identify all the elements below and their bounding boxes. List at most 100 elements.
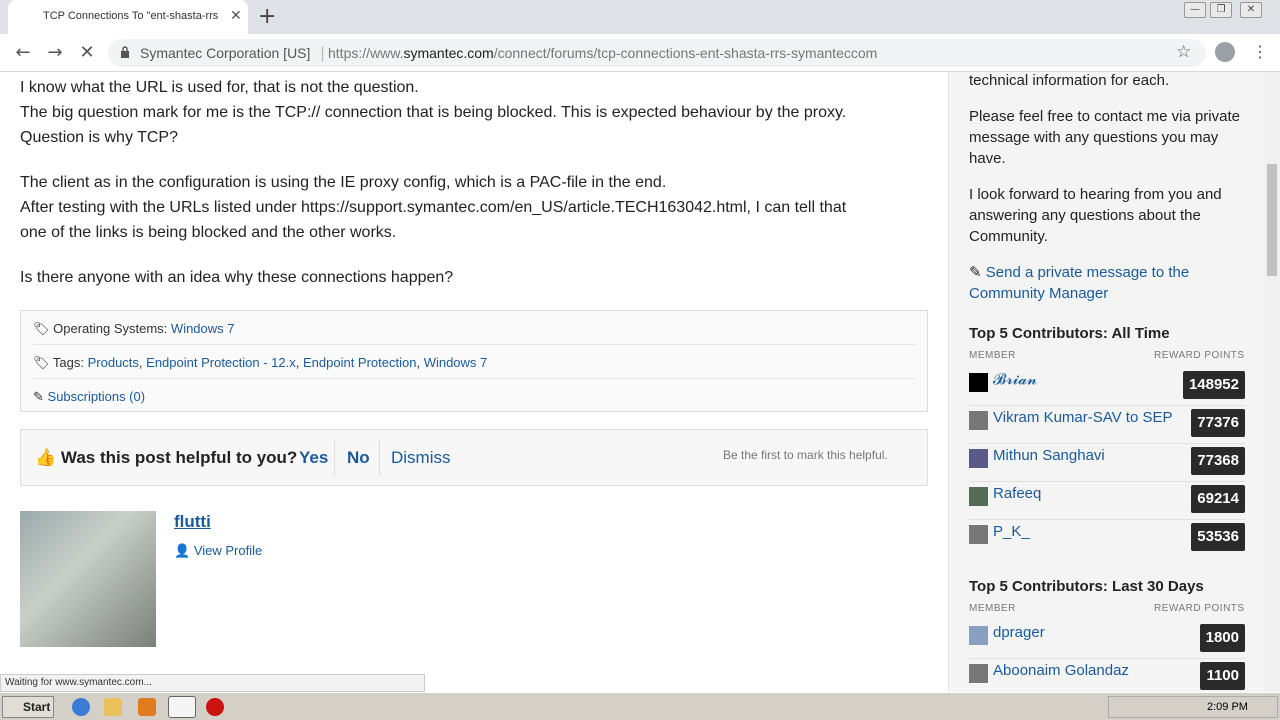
opera-icon[interactable] bbox=[206, 698, 224, 716]
contributor-row[interactable]: dprager 1800 bbox=[969, 621, 1245, 659]
post-line: one of the links is being blocked and th… bbox=[20, 224, 397, 241]
pencil-icon: ✎ bbox=[33, 389, 44, 404]
tag-link[interactable]: Endpoint Protection - 12.x bbox=[146, 355, 296, 370]
tags-label: Tags: bbox=[52, 355, 84, 370]
author-name-link[interactable]: flutti bbox=[174, 512, 211, 532]
helpful-question-text: Was this post helpful to you? bbox=[60, 448, 298, 467]
contributor-row[interactable]: 𝓑𝓻𝓲𝓪𝓷 148952 bbox=[969, 368, 1245, 406]
contributor-name[interactable]: Vikram Kumar-SAV to SEP bbox=[993, 409, 1173, 426]
subscriptions-row: ✎ Subscriptions (0) bbox=[33, 389, 145, 405]
helpful-question: 👍 Was this post helpful to you? bbox=[35, 448, 297, 468]
new-tab-button[interactable]: + bbox=[258, 4, 276, 29]
divider bbox=[33, 378, 915, 379]
helpful-box: 👍 Was this post helpful to you? Yes No D… bbox=[20, 429, 928, 486]
close-window-icon[interactable]: ✕ bbox=[1240, 2, 1262, 18]
url-path: /connect/forums/tcp-connections-ent-shas… bbox=[493, 45, 878, 61]
helpful-no-button[interactable]: No bbox=[347, 448, 370, 468]
url-text[interactable]: https://www.symantec.com/connect/forums/… bbox=[328, 45, 877, 61]
ie-icon[interactable] bbox=[72, 698, 90, 716]
page-scrollbar[interactable] bbox=[1264, 72, 1280, 692]
profile-avatar-icon[interactable] bbox=[1215, 42, 1235, 62]
send-pm-row: ✎ Send a private message to the Communit… bbox=[969, 262, 1249, 304]
os-row: 🏷 Operating Systems: Windows 7 bbox=[33, 321, 235, 337]
contributor-row[interactable]: Aboonaim Golandaz 1100 bbox=[969, 659, 1245, 692]
os-label: Operating Systems: bbox=[53, 321, 168, 336]
contributor-name[interactable]: Mithun Sanghavi bbox=[993, 447, 1105, 464]
post-line: Is there anyone with an idea why these c… bbox=[20, 269, 454, 286]
tags-row: 🏷 Tags: Products, Endpoint Protection - … bbox=[33, 355, 488, 370]
contributor-row[interactable]: P_K_ 53536 bbox=[969, 520, 1245, 558]
sidebar-text: technical information for each. bbox=[969, 72, 1170, 89]
user-icon: 👤 bbox=[174, 543, 191, 558]
points-header: REWARD POINTS bbox=[1154, 603, 1245, 614]
contributor-points: 77376 bbox=[1191, 409, 1245, 437]
browser-tab[interactable]: TCP Connections To "ent-shasta-rrs ✕ bbox=[8, 0, 248, 34]
bookmark-star-icon[interactable]: ☆ bbox=[1176, 42, 1191, 62]
tab-close-icon[interactable]: ✕ bbox=[230, 8, 242, 24]
last30-heading: Top 5 Contributors: Last 30 Days bbox=[969, 578, 1204, 595]
os-link[interactable]: Windows 7 bbox=[171, 321, 235, 336]
contributor-row[interactable]: Vikram Kumar-SAV to SEP 77376 bbox=[969, 406, 1245, 444]
media-player-icon[interactable] bbox=[138, 698, 156, 716]
member-header: MEMBER bbox=[969, 350, 1016, 361]
view-profile-row: 👤 View Profile bbox=[174, 543, 262, 559]
sidebar: technical information for each. Please f… bbox=[948, 72, 1264, 692]
clock[interactable]: 2:09 PM bbox=[1207, 701, 1248, 713]
points-header: REWARD POINTS bbox=[1154, 350, 1245, 361]
tag-link[interactable]: Endpoint Protection bbox=[303, 355, 416, 370]
helpful-yes-button[interactable]: Yes bbox=[299, 448, 328, 468]
send-pm-link[interactable]: Send a private message to the Community … bbox=[969, 264, 1189, 302]
contributor-avatar bbox=[969, 664, 988, 683]
contributor-avatar bbox=[969, 449, 988, 468]
security-label[interactable]: Symantec Corporation [US] bbox=[140, 45, 310, 61]
contributor-points: 1800 bbox=[1199, 624, 1245, 652]
contributor-row[interactable]: Mithun Sanghavi 77368 bbox=[969, 444, 1245, 482]
browser-toolbar: ← → ✕ Symantec Corporation [US] | https:… bbox=[0, 34, 1280, 72]
stop-icon[interactable]: ✕ bbox=[74, 41, 100, 65]
url-separator: | bbox=[320, 44, 326, 62]
chrome-taskbar-button[interactable] bbox=[168, 696, 196, 718]
contributor-name[interactable]: P_K_ bbox=[993, 523, 1030, 540]
contributor-points: 69214 bbox=[1191, 485, 1245, 513]
post-content: I know what the URL is used for, that is… bbox=[0, 72, 948, 674]
contributor-avatar bbox=[969, 487, 988, 506]
helpful-dismiss-button[interactable]: Dismiss bbox=[391, 448, 451, 468]
post-line: Question is why TCP? bbox=[20, 129, 178, 146]
url-host: symantec.com bbox=[403, 45, 494, 61]
contributor-row[interactable]: Rafeeq 69214 bbox=[969, 482, 1245, 520]
author-avatar[interactable] bbox=[20, 511, 156, 647]
contributor-name[interactable]: Aboonaim Golandaz bbox=[993, 662, 1129, 679]
restore-icon[interactable]: ❐ bbox=[1210, 2, 1232, 18]
tag-link[interactable]: Windows 7 bbox=[424, 355, 488, 370]
contributor-points: 53536 bbox=[1191, 523, 1245, 551]
post-line: After testing with the URLs listed under… bbox=[20, 199, 847, 216]
helpful-hint: Be the first to mark this helpful. bbox=[723, 448, 888, 462]
contributor-avatar bbox=[969, 525, 988, 544]
kebab-menu-icon[interactable]: ⋮ bbox=[1252, 42, 1268, 61]
address-bar[interactable]: Symantec Corporation [US] | https://www.… bbox=[108, 39, 1206, 67]
url-scheme: https://www. bbox=[328, 45, 404, 61]
status-bar: Waiting for www.symantec.com... bbox=[0, 674, 425, 692]
tags-icon: 🏷 bbox=[33, 355, 50, 370]
post-meta-box: 🏷 Operating Systems: Windows 7 🏷 Tags: P… bbox=[20, 310, 928, 412]
member-header: MEMBER bbox=[969, 603, 1016, 614]
subscriptions-link[interactable]: Subscriptions (0) bbox=[48, 389, 146, 404]
minimize-icon[interactable]: — bbox=[1184, 2, 1206, 18]
tab-strip: TCP Connections To "ent-shasta-rrs ✕ + —… bbox=[0, 0, 1280, 34]
contributor-name[interactable]: dprager bbox=[993, 624, 1045, 641]
contributor-name[interactable]: Rafeeq bbox=[993, 485, 1041, 502]
back-arrow-icon[interactable]: ← bbox=[10, 41, 36, 65]
start-button[interactable]: Start bbox=[2, 696, 54, 718]
contributor-points: 1100 bbox=[1200, 662, 1245, 690]
contributor-name[interactable]: 𝓑𝓻𝓲𝓪𝓷 bbox=[993, 371, 1037, 388]
tag-icon: 🏷 bbox=[33, 321, 50, 336]
tag-link[interactable]: Products bbox=[88, 355, 139, 370]
contributor-avatar bbox=[969, 411, 988, 430]
contributor-points: 77368 bbox=[1191, 447, 1245, 475]
taskbar: Start 2:09 PM bbox=[0, 692, 1280, 720]
folder-icon[interactable] bbox=[104, 698, 122, 716]
view-profile-link[interactable]: View Profile bbox=[194, 543, 262, 558]
forward-arrow-icon[interactable]: → bbox=[42, 41, 68, 65]
scrollbar-thumb[interactable] bbox=[1267, 164, 1277, 276]
sidebar-text: I look forward to hearing from you and a… bbox=[969, 186, 1222, 245]
